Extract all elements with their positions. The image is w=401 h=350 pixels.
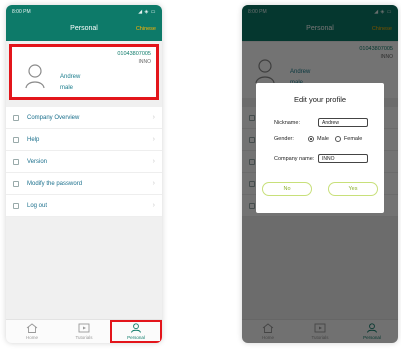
menu-item-log-out[interactable]: Log out › [6, 195, 162, 217]
chevron-right-icon: › [152, 202, 155, 209]
radio-unselected-icon [334, 136, 341, 142]
gender-female-option[interactable]: Female [334, 136, 363, 142]
chevron-right-icon: › [152, 180, 155, 187]
lock-icon [13, 180, 19, 187]
menu-item-label: Log out [27, 202, 48, 209]
edit-profile-dialog: Edit your profile Nickname: Andrew Gende… [256, 83, 384, 213]
company-label: Company name: [274, 155, 315, 162]
tab-personal[interactable]: Personal [110, 320, 162, 343]
home-icon [26, 323, 38, 333]
menu-item-label: Version [27, 158, 48, 165]
avatar-icon [25, 64, 45, 89]
tab-home[interactable]: Home [6, 320, 58, 343]
tutorials-icon [78, 323, 90, 333]
menu-item-company-overview[interactable]: Company Overview › [6, 107, 162, 129]
gender-label: Gender: [274, 136, 294, 142]
tab-label: Personal [127, 335, 145, 340]
menu-item-label: Modify the password [27, 180, 83, 187]
radio-selected-icon [308, 136, 314, 142]
menu-item-modify-password[interactable]: Modify the password › [6, 173, 162, 195]
yes-button[interactable]: Yes [328, 182, 378, 196]
gender-row: Gender: Male Female [274, 136, 368, 142]
document-icon [13, 114, 19, 121]
chevron-right-icon: › [152, 114, 155, 121]
nickname-input[interactable]: Andrew [318, 118, 368, 127]
company-input[interactable]: INNO [318, 154, 368, 163]
tab-label: Home [25, 335, 38, 340]
menu-item-help[interactable]: Help › [6, 129, 162, 151]
menu-item-label: Company Overview [27, 114, 80, 121]
gender-male-label: Male [317, 136, 329, 142]
person-icon [131, 323, 141, 333]
nickname-row: Nickname: Andrew [274, 118, 368, 127]
chevron-right-icon: › [152, 136, 155, 143]
dialog-title: Edit your profile [293, 95, 347, 104]
tab-label: Tutorials [75, 335, 93, 340]
profile-card[interactable]: 01043807005 INNO Andrew male [9, 44, 159, 100]
personal-screen: 8:00 PM ◢ ◈ ▭ Personal Chinese 010438070… [6, 5, 162, 343]
profile-name: Andrew [60, 74, 81, 80]
bottom-tab-bar: Home Tutorials Personal [6, 319, 162, 343]
gender-male-option[interactable]: Male [308, 136, 329, 142]
menu-item-version[interactable]: Version › [6, 151, 162, 173]
tab-tutorials[interactable]: Tutorials [58, 320, 110, 343]
edit-profile-screen: 8:00 PM ◢ ◈ ▭ Personal Chinese 010438070… [242, 5, 398, 343]
menu-item-label: Help [27, 136, 40, 143]
no-button[interactable]: No [262, 182, 312, 196]
info-icon [13, 158, 19, 165]
company-row: Company name: INNO [274, 154, 368, 163]
status-bar: 8:00 PM ◢ ◈ ▭ [6, 5, 162, 19]
nickname-label: Nickname: [274, 119, 300, 126]
settings-menu: Company Overview › Help › Version › Modi… [6, 107, 162, 217]
profile-gender: male [60, 85, 74, 91]
app-header: Personal Chinese [6, 19, 162, 41]
logout-icon [13, 202, 19, 209]
profile-phone: 01043807005 [117, 51, 151, 57]
system-icons: ◢ ◈ ▭ [138, 9, 156, 15]
gender-female-label: Female [343, 136, 363, 142]
help-icon [13, 136, 19, 143]
language-switch[interactable]: Chinese [136, 26, 156, 32]
profile-company: INNO [138, 59, 152, 65]
chevron-right-icon: › [152, 158, 155, 165]
status-time: 8:00 PM [12, 9, 31, 15]
